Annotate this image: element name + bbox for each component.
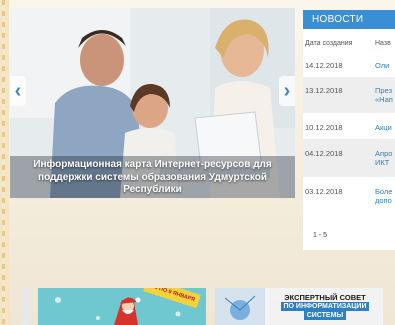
chevron-right-icon: › <box>283 79 291 102</box>
news-date: 04.12.2018 <box>305 149 343 158</box>
news-link[interactable]: Оли <box>375 61 389 70</box>
news-table-header: Дата создания Назв <box>303 36 395 53</box>
banner-partial-left[interactable] <box>22 288 30 325</box>
news-row[interactable]: 03.12.2018 Боле допо <box>303 177 395 215</box>
news-header: НОВОСТИ <box>303 10 395 29</box>
banner-expert-council[interactable]: ЭКСПЕРТНЫЙ СОВЕТ ПО ИНФОРМАТИЗАЦИИ СИСТЕ… <box>215 288 383 325</box>
news-pager[interactable]: 1 - 5 <box>313 232 327 239</box>
image-slider[interactable]: ‹ › Информационная карта Интернет-ресурс… <box>10 8 295 198</box>
news-link[interactable]: Апро <box>375 149 392 158</box>
expert-line-3: СИСТЕМЫ <box>303 311 347 320</box>
news-link[interactable]: «Нап <box>375 95 393 104</box>
slider-next-button[interactable]: › <box>279 76 295 106</box>
decorative-ribbon <box>0 0 9 325</box>
news-row[interactable]: 13.12.2018 През «Нап <box>303 77 395 113</box>
news-link[interactable]: Акци <box>375 123 392 132</box>
news-row[interactable]: 14.12.2018 Оли <box>303 53 395 77</box>
news-date: 14.12.2018 <box>305 61 343 70</box>
news-panel: НОВОСТИ Дата создания Назв 14.12.2018 Ол… <box>303 10 395 250</box>
news-row[interactable]: 04.12.2018 Апро ИКТ <box>303 139 395 177</box>
chevron-left-icon: ‹ <box>14 79 22 102</box>
slider-prev-button[interactable]: ‹ <box>10 76 26 106</box>
news-date: 13.12.2018 <box>305 86 343 95</box>
column-name[interactable]: Назв <box>375 40 391 47</box>
news-row[interactable]: 10.12.2018 Акци <box>303 113 395 139</box>
news-date: 03.12.2018 <box>305 187 343 196</box>
expert-council-text: ЭКСПЕРТНЫЙ СОВЕТ ПО ИНФОРМАТИЗАЦИИ СИСТЕ… <box>267 293 383 320</box>
news-date: 10.12.2018 <box>305 123 343 132</box>
expert-line-2: ПО ИНФОРМАТИЗАЦИИ <box>280 302 370 311</box>
news-link[interactable]: ИКТ <box>375 158 389 167</box>
news-title[interactable]: НОВОСТИ <box>312 14 363 25</box>
slider-caption[interactable]: Информационная карта Интернет-ресурсов д… <box>14 159 291 197</box>
expert-line-1: ЭКСПЕРТНЫЙ СОВЕТ <box>284 293 366 302</box>
network-illustration <box>215 288 265 325</box>
news-link[interactable]: допо <box>375 196 392 205</box>
column-date[interactable]: Дата создания <box>305 40 352 47</box>
banner-winter[interactable]: С 3 ПО 9 ЯНВАРЯ <box>38 288 206 325</box>
news-link[interactable]: През <box>375 86 392 95</box>
news-link[interactable]: Боле <box>375 187 392 196</box>
